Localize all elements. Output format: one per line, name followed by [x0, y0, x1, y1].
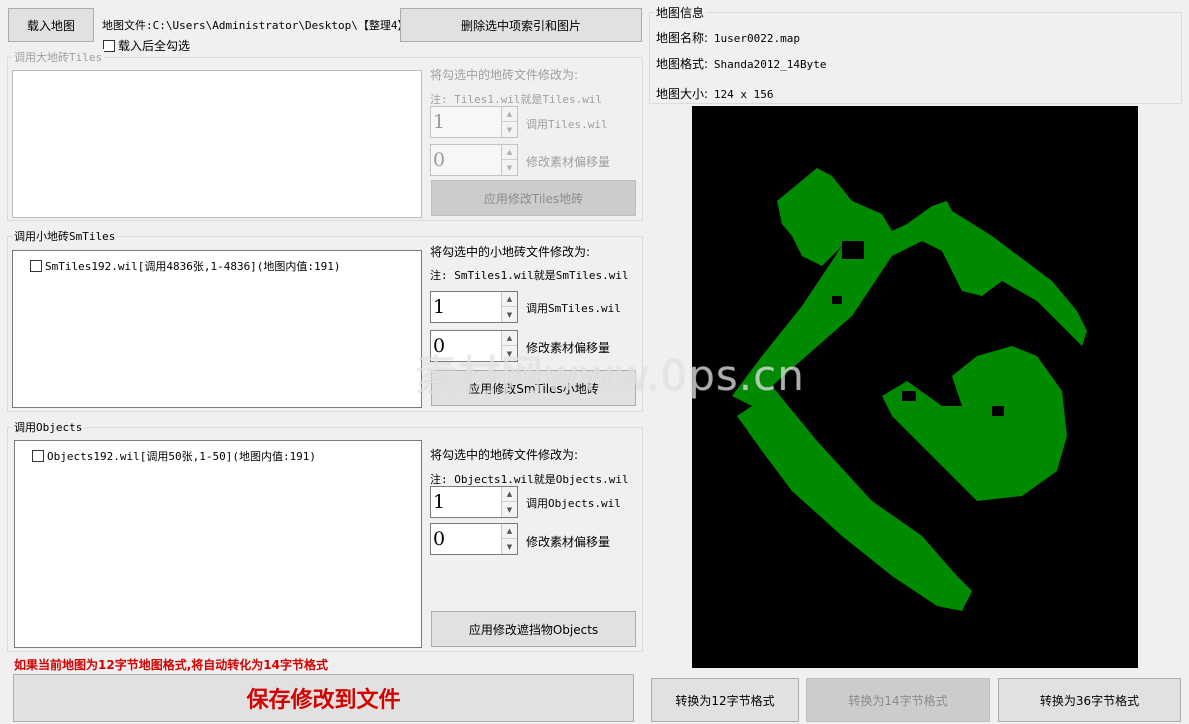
checkbox-box[interactable] [32, 450, 44, 462]
objects-listbox[interactable]: Objects192.wil[调用50张,1-50](地图内值:191) [14, 440, 422, 648]
save-to-file-button[interactable]: 保存修改到文件 [13, 674, 634, 722]
objects-group-title: 调用Objects [12, 419, 85, 435]
convert-14byte-button[interactable]: 转换为14字节格式 [806, 678, 990, 722]
map-format-label: 地图格式: [656, 57, 709, 71]
apply-tiles-button[interactable]: 应用修改Tiles地砖 [431, 180, 636, 216]
smtiles-modify-label: 将勾选中的小地砖文件修改为: [430, 245, 591, 259]
map-preview-image [732, 168, 1087, 611]
smtiles-offset-value: 0 [433, 335, 446, 357]
objects-offset-stepper[interactable]: 0 ▲ ▼ [430, 523, 518, 555]
objects-modify-label: 将勾选中的地砖文件修改为: [430, 448, 579, 462]
objects-offset-value: 0 [433, 528, 446, 550]
tiles-offset-label: 修改素材偏移量 [526, 155, 611, 169]
stepper-up-icon[interactable]: ▲ [502, 487, 517, 502]
smtiles-group-title: 调用小地砖SmTiles [12, 228, 118, 244]
objects-note: 注: Objects1.wil就是Objects.wil [430, 473, 629, 486]
tiles-index-stepper[interactable]: 1 ▲ ▼ [430, 106, 518, 138]
apply-objects-button[interactable]: 应用修改遮挡物Objects [431, 611, 636, 647]
objects-index-label: 调用Objects.wil [526, 497, 621, 510]
smtiles-index-stepper[interactable]: 1 ▲ ▼ [430, 291, 518, 323]
stepper-up-icon[interactable]: ▲ [502, 331, 517, 346]
tiles-listbox[interactable] [12, 70, 422, 218]
tiles-modify-label: 将勾选中的地砖文件修改为: [430, 68, 579, 82]
stepper-down-icon[interactable]: ▼ [502, 502, 517, 517]
tiles-group-title: 调用大地砖Tiles [12, 49, 105, 65]
stepper-up-icon[interactable]: ▲ [502, 524, 517, 539]
load-check-all-checkbox[interactable]: 载入后全勾选 [103, 37, 190, 54]
apply-smtiles-button[interactable]: 应用修改SmTiles小地砖 [431, 370, 636, 406]
tiles-offset-stepper[interactable]: 0 ▲ ▼ [430, 144, 518, 176]
map-info-title: 地图信息 [654, 4, 707, 21]
map-name-row: 地图名称: 1user0022.map [656, 29, 800, 46]
load-check-all-label: 载入后全勾选 [118, 39, 191, 53]
objects-offset-label: 修改素材偏移量 [526, 535, 611, 549]
convert-36byte-button[interactable]: 转换为36字节格式 [998, 678, 1181, 722]
tiles-note: 注: Tiles1.wil就是Tiles.wil [430, 93, 603, 106]
objects-index-value: 1 [433, 491, 446, 513]
map-size-value: 124 x 156 [713, 88, 774, 101]
smtiles-index-label: 调用SmTiles.wil [526, 302, 621, 315]
stepper-down-icon[interactable]: ▼ [502, 307, 517, 322]
objects-index-stepper[interactable]: 1 ▲ ▼ [430, 486, 518, 518]
map-name-label: 地图名称: [656, 31, 709, 45]
map-size-label: 地图大小: [656, 87, 709, 101]
objects-item-label: Objects192.wil[调用50张,1-50](地图内值:191) [47, 450, 317, 463]
list-item[interactable]: SmTiles192.wil[调用4836张,1-4836](地图内值:191) [30, 258, 341, 274]
stepper-up-icon[interactable]: ▲ [502, 292, 517, 307]
list-item[interactable]: Objects192.wil[调用50张,1-50](地图内值:191) [32, 448, 316, 464]
smtiles-offset-stepper[interactable]: 0 ▲ ▼ [430, 330, 518, 362]
map-preview[interactable] [692, 106, 1138, 668]
stepper-down-icon[interactable]: ▼ [502, 160, 517, 175]
tiles-index-value: 1 [433, 111, 446, 133]
convert-12byte-button[interactable]: 转换为12字节格式 [651, 678, 799, 722]
map-name-value: 1user0022.map [713, 32, 800, 45]
stepper-down-icon[interactable]: ▼ [502, 346, 517, 361]
smtiles-note: 注: SmTiles1.wil就是SmTiles.wil [430, 269, 629, 282]
checkbox-box[interactable] [30, 260, 42, 272]
map-size-row: 地图大小: 124 x 156 [656, 85, 773, 102]
stepper-down-icon[interactable]: ▼ [502, 122, 517, 137]
stepper-up-icon[interactable]: ▲ [502, 107, 517, 122]
format-warning: 如果当前地图为12字节地图格式,将自动转化为14字节格式 [14, 658, 328, 672]
smtiles-offset-label: 修改素材偏移量 [526, 341, 611, 355]
map-format-value: Shanda2012_14Byte [713, 58, 827, 71]
checkbox-box[interactable] [103, 40, 115, 52]
load-map-button[interactable]: 载入地图 [8, 8, 94, 42]
map-format-row: 地图格式: Shanda2012_14Byte [656, 55, 826, 72]
smtiles-listbox[interactable]: SmTiles192.wil[调用4836张,1-4836](地图内值:191) [12, 250, 422, 408]
stepper-down-icon[interactable]: ▼ [502, 539, 517, 554]
stepper-up-icon[interactable]: ▲ [502, 145, 517, 160]
delete-selected-button[interactable]: 删除选中项索引和图片 [400, 8, 642, 42]
map-file-path-label: 地图文件:C:\Users\Administrator\Desktop\【整理4… [102, 19, 416, 32]
tiles-index-label: 调用Tiles.wil [526, 118, 608, 131]
smtiles-item-label: SmTiles192.wil[调用4836张,1-4836](地图内值:191) [45, 260, 341, 273]
tiles-offset-value: 0 [433, 149, 446, 171]
smtiles-index-value: 1 [433, 296, 446, 318]
